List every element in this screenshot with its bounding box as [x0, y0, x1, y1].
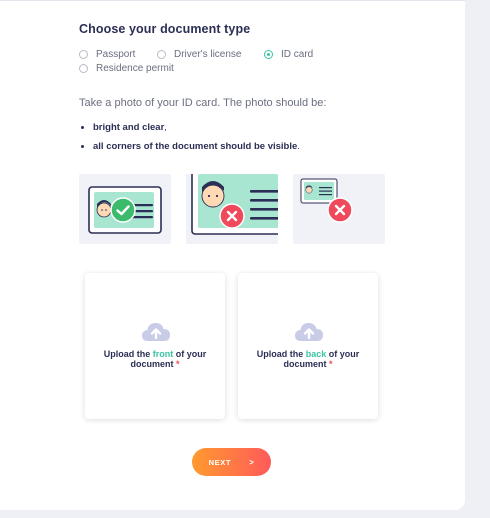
- upload-text: document: [130, 359, 174, 369]
- radio-label: Driver's license: [174, 49, 242, 60]
- cloud-upload-icon: [142, 323, 170, 341]
- example-incorrect-photo-cropped: [186, 174, 278, 244]
- cloud-upload-icon: [295, 323, 323, 341]
- required-marker: *: [329, 359, 333, 369]
- requirement-text: bright and clear: [93, 122, 165, 133]
- upload-text: document: [283, 359, 327, 369]
- radio-label: ID card: [281, 49, 314, 60]
- cross-icon: [327, 197, 353, 223]
- section-title: Choose your document type: [79, 22, 251, 36]
- radio-residence-permit[interactable]: Residence permit: [79, 63, 174, 74]
- cross-icon: [219, 203, 245, 229]
- requirement-text: all corners of the document should be vi…: [93, 141, 298, 152]
- requirement-item: bright and clear,: [81, 122, 167, 133]
- example-incorrect-photo-far: [293, 174, 385, 244]
- upload-text: Upload the: [256, 349, 304, 359]
- example-correct-photo: [79, 174, 171, 244]
- upload-side-highlight: front: [152, 349, 174, 359]
- radio-id-card[interactable]: ID card: [264, 49, 313, 60]
- radio-button[interactable]: [157, 50, 166, 59]
- upload-front-dropzone[interactable]: Upload the front of your document *: [85, 273, 225, 419]
- radio-button[interactable]: [79, 64, 88, 73]
- bullet-dot: [81, 145, 84, 148]
- next-button[interactable]: NEXT >: [192, 448, 271, 476]
- required-marker: *: [176, 359, 180, 369]
- bullet-dot: [81, 126, 84, 129]
- radio-label: Passport: [96, 49, 136, 60]
- radio-button[interactable]: [79, 50, 88, 59]
- upload-back-label: Upload the back of your document *: [238, 349, 378, 369]
- upload-side-highlight: back: [305, 349, 327, 359]
- radio-button-selected[interactable]: [264, 50, 273, 59]
- requirement-item: all corners of the document should be vi…: [81, 141, 300, 152]
- upload-text: Upload the: [103, 349, 151, 359]
- next-button-label: NEXT: [208, 457, 232, 467]
- check-icon: [110, 197, 136, 223]
- document-card: Choose your document type Passport Drive…: [0, 0, 465, 510]
- requirement-punct: .: [297, 141, 300, 152]
- upload-front-label: Upload the front of your document *: [85, 349, 225, 369]
- radio-drivers-license[interactable]: Driver's license: [157, 49, 241, 60]
- requirement-punct: ,: [164, 122, 167, 133]
- upload-text: of your: [175, 349, 207, 359]
- radio-passport[interactable]: Passport: [79, 49, 135, 60]
- radio-label: Residence permit: [96, 63, 174, 74]
- upload-back-dropzone[interactable]: Upload the back of your document *: [238, 273, 378, 419]
- photo-instructions: Take a photo of your ID card. The photo …: [79, 97, 327, 109]
- upload-text: of your: [328, 349, 360, 359]
- chevron-right-icon: >: [249, 457, 255, 467]
